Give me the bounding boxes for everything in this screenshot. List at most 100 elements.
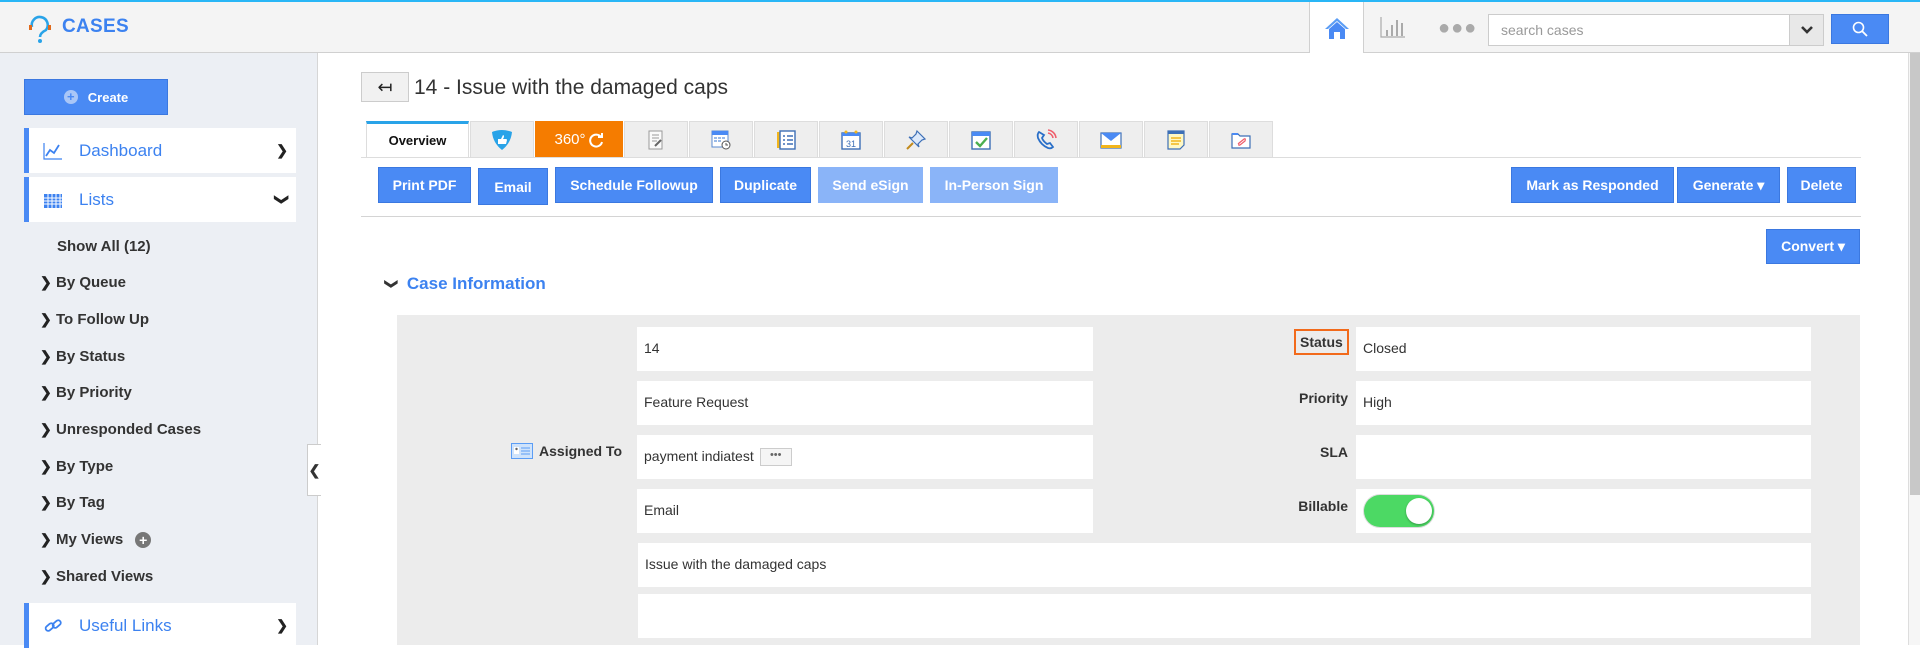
status-label-wrap: Status [1294,329,1349,355]
search-icon [1852,21,1868,37]
assigned-to-more-button[interactable]: ••• [759,448,792,467]
tab-attachments[interactable] [1209,121,1273,157]
print-pdf-button[interactable]: Print PDF [378,167,471,203]
chevron-right-icon: ❯ [276,142,288,158]
chevron-right-icon: ❯ [40,421,52,437]
case-no-field[interactable]: 14 [637,327,1093,371]
sticky-note-icon [1167,129,1185,150]
list-item-shared-views[interactable]: ❯ Shared Views [40,568,153,585]
delete-button[interactable]: Delete [1787,167,1856,203]
calendar-clock-icon [711,130,731,149]
sidebar-item-useful-links[interactable]: Useful Links ❯ [24,603,296,648]
send-esign-button[interactable]: Send eSign [818,167,923,203]
billable-field [1356,489,1811,533]
contact-card-icon [777,129,796,150]
plus-circle-icon: + [63,90,78,104]
svg-text:31: 31 [846,139,856,149]
assigned-to-field[interactable]: payment indiatest ••• [637,435,1093,479]
list-show-all[interactable]: Show All (12) [57,238,151,255]
envelope-icon [1100,131,1122,149]
contact-card-icon[interactable] [511,443,534,459]
sidebar-item-lists[interactable]: Lists ❯ [24,177,296,222]
priority-field[interactable]: High [1356,381,1811,425]
tab-contacts[interactable] [754,121,818,157]
tab-360-view[interactable]: 360° [535,121,623,157]
assigned-to-label: Assigned To [539,443,622,459]
priority-label: Priority [1298,390,1348,406]
in-person-sign-button[interactable]: In-Person Sign [930,167,1058,203]
chevron-right-icon: ❯ [276,617,288,633]
type-field[interactable]: Feature Request [637,381,1093,425]
email-button[interactable]: Email [478,168,548,205]
mark-as-responded-button[interactable]: Mark as Responded [1511,167,1674,203]
section-case-information[interactable]: ❯ Case Information [384,274,546,294]
search-dropdown-button[interactable] [1789,15,1823,45]
tab-notes[interactable] [624,121,688,157]
list-item-my-views[interactable]: ❯ My Views + [40,531,152,548]
sidebar-item-dashboard[interactable]: Dashboard ❯ [24,128,296,173]
tab-underline [361,157,1861,158]
list-item-by-type[interactable]: ❯ By Type [40,458,113,475]
toggle-knob [1406,498,1432,524]
tab-emails[interactable] [1079,121,1143,157]
tab-bar: Overview 360° 31 [366,121,1274,157]
list-item-by-tag[interactable]: ❯ By Tag [40,494,105,511]
generate-dropdown-button[interactable]: Generate ▾ [1677,167,1780,203]
search-input[interactable] [1489,15,1771,45]
tab-tasks[interactable] [949,121,1013,157]
search-box [1488,14,1824,46]
case-info-panel: Case # 14 Type Feature Request Assigned … [397,315,1860,645]
create-button[interactable]: + Create [24,79,168,115]
add-view-icon[interactable]: + [135,531,152,548]
description-field[interactable] [638,594,1811,638]
list-item-by-status[interactable]: ❯ By Status [40,348,125,365]
list-item-to-follow-up[interactable]: ❯ To Follow Up [40,311,149,328]
chevron-down-icon [1800,26,1813,34]
phone-call-icon [1036,128,1057,149]
list-item-unresponded-cases[interactable]: ❯ Unresponded Cases [40,421,201,438]
create-label: Create [87,89,129,105]
status-field[interactable]: Closed [1356,327,1811,371]
page-scrollbar[interactable] [1908,53,1920,645]
tab-calls[interactable] [1014,121,1078,157]
billable-label: Billable [1298,498,1348,514]
sidebar: + Create Dashboard ❯ Lists ❯ Show All (1… [0,53,318,648]
list-item-by-priority[interactable]: ❯ By Priority [40,384,132,401]
search-button[interactable] [1831,14,1889,44]
tab-feedback[interactable] [470,121,534,157]
page-title: 14 - Issue with the damaged caps [414,76,729,99]
chevron-right-icon: ❯ [40,274,52,290]
tab-pins[interactable] [884,121,948,157]
pushpin-icon [906,129,927,150]
assigned-to-value: payment indiatest [644,448,754,464]
sla-field[interactable] [1356,435,1811,479]
more-dots-icon[interactable]: ●●● [1438,18,1477,38]
chevron-right-icon: ❯ [40,311,52,327]
duplicate-button[interactable]: Duplicate [720,167,811,203]
case-source-field[interactable]: Email [637,489,1093,533]
refresh-icon [588,132,603,148]
scrollbar-thumb[interactable] [1910,53,1920,495]
section-title: Case Information [406,274,546,293]
home-button[interactable] [1309,2,1364,53]
tab-calendar[interactable]: 31 [819,121,883,157]
schedule-followup-button[interactable]: Schedule Followup [555,167,713,203]
summary-field[interactable]: Issue with the damaged caps [638,543,1811,587]
list-item-by-queue[interactable]: ❯ By Queue [40,274,126,291]
sidebar-collapse-toggle[interactable]: ❮ [307,444,321,496]
app-title: CASES [62,16,129,37]
sidebar-item-label: Useful Links [79,615,172,635]
home-icon [1324,17,1349,39]
tab-notes-sticky[interactable] [1144,121,1208,157]
convert-dropdown-button[interactable]: Convert ▾ [1766,229,1860,264]
sla-label: SLA [1320,444,1348,460]
back-button[interactable]: ↤ [361,72,409,102]
bar-chart-icon[interactable] [1380,16,1406,38]
sidebar-item-label: Dashboard [79,140,163,160]
folder-attachment-icon [1231,132,1251,149]
assigned-to-label-wrap: Assigned To [510,443,622,459]
tab-overview[interactable]: Overview [366,121,469,157]
billable-toggle[interactable] [1364,495,1434,527]
status-label: Status [1294,329,1349,355]
tab-activities[interactable] [689,121,753,157]
